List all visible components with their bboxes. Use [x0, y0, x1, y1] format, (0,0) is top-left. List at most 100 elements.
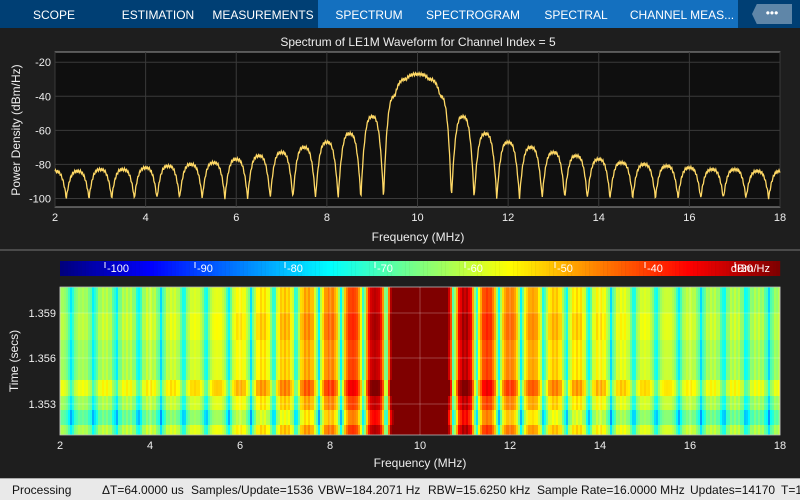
spectrogram-cell [234, 313, 237, 340]
spectrogram-cell [310, 287, 313, 313]
spectrogram-cell [656, 396, 659, 410]
spectrogram-cell [214, 313, 217, 340]
spectrogram-cell [668, 380, 671, 396]
spectrogram-cell [224, 313, 227, 340]
spectrogram-cell [666, 410, 669, 425]
spectrogram-cell [756, 380, 759, 396]
spectrogram-cell [322, 313, 325, 340]
spectrogram-cell [528, 425, 531, 435]
spectrogram-cell [442, 340, 445, 380]
spectrogram-cell [230, 396, 233, 410]
spectrogram-cell [114, 313, 117, 340]
spectrogram-cell [190, 380, 193, 396]
spectrogram-cell [588, 380, 591, 396]
colorbar-segment [88, 261, 93, 276]
spectrogram-cell [746, 287, 749, 313]
spectrogram-cell [670, 340, 673, 380]
spectrogram-cell [696, 425, 699, 435]
spectrogram-cell [512, 380, 515, 396]
spectrogram-cell [412, 340, 415, 380]
spectrogram-cell [288, 340, 291, 380]
spectrogram-cell [706, 340, 709, 380]
spectrogram-cell [404, 380, 407, 396]
spectrogram-cell [378, 425, 381, 435]
spectrogram-cell [190, 425, 193, 435]
spectrogram-cell [410, 396, 413, 410]
spectrogram-cell [596, 380, 599, 396]
spectrogram-cell [562, 313, 565, 340]
spectrogram-cell [214, 425, 217, 435]
spectrogram-cell [296, 396, 299, 410]
colorbar-segment [258, 261, 262, 276]
spectrogram-cell [138, 380, 141, 396]
spectrogram-cell [322, 396, 325, 410]
colorbar-segment [99, 261, 104, 276]
y-tick-label: 1.353 [28, 399, 56, 411]
spectrogram-cell [156, 425, 159, 435]
spectrogram-cell [738, 380, 741, 396]
spectrogram-cell [198, 340, 201, 380]
spectrogram-cell [614, 287, 617, 313]
spectrogram-cell [386, 425, 389, 435]
spectrogram-cell [734, 396, 737, 410]
spectrogram-cell [590, 425, 593, 435]
spectrogram-cell [756, 313, 759, 340]
spectrogram-cell [114, 380, 117, 396]
spectrogram-cell [722, 396, 725, 410]
spectrogram-cell [110, 396, 113, 410]
spectrogram-cell [348, 396, 351, 410]
spectrogram-cell [118, 425, 121, 435]
spectrogram-cell [88, 380, 91, 396]
colorbar-segment [135, 261, 140, 276]
spectrogram-cell [540, 313, 543, 340]
spectrogram-cell [730, 396, 733, 410]
spectrogram-cell [206, 340, 209, 380]
spectrogram-cell [264, 425, 267, 435]
spectrogram-cell [714, 425, 717, 435]
spectrogram-cell [116, 410, 119, 425]
status-rbw: RBW=15.6250 kHz [428, 483, 531, 497]
spectrogram-cell [602, 313, 605, 340]
spectrogram-cell [276, 396, 279, 410]
colorbar-tick-label: -60 [467, 263, 483, 275]
spectrogram-cell [588, 287, 591, 313]
spectrogram-cell [602, 380, 605, 396]
spectrogram-cell [318, 380, 321, 396]
spectrogram-cell [262, 380, 265, 396]
spectrogram-cell [86, 410, 89, 425]
spectrogram-cell [208, 396, 211, 410]
spectrogram-cell [456, 396, 459, 410]
spectrogram-cell [712, 313, 715, 340]
spectrogram-cell [234, 380, 237, 396]
spectrogram-cell [632, 380, 635, 396]
spectrogram-cell [638, 410, 641, 425]
spectrogram-cell [720, 425, 723, 435]
spectrogram-cell [450, 287, 453, 313]
spectrogram-cell [550, 410, 553, 425]
spectrogram-cell [776, 380, 779, 396]
spectrogram-cell [380, 313, 383, 340]
spectrogram-cell [608, 425, 611, 435]
spectrogram-cell [334, 396, 337, 410]
spectrogram-cell [764, 425, 767, 435]
spectrogram-cell [380, 425, 383, 435]
spectrogram-cell [538, 380, 541, 396]
spectrogram-cell [724, 340, 727, 380]
spectrogram-cell [380, 287, 383, 313]
spectrogram-cell [774, 410, 777, 425]
spectrogram-cell [710, 340, 713, 380]
spectrogram-cell [762, 425, 765, 435]
spectrogram-cell [242, 340, 245, 380]
colorbar-segment [434, 261, 439, 276]
spectrogram-cell [612, 287, 615, 313]
spectrogram-cell [106, 380, 109, 396]
spectrogram-cell [654, 410, 657, 425]
spectrogram-cell [512, 396, 515, 410]
spectrogram-cell [552, 380, 555, 396]
spectrogram-cell [660, 287, 663, 313]
colorbar-segment [700, 261, 705, 276]
spectrogram-cell [480, 410, 483, 425]
spectrogram-cell [428, 340, 431, 380]
spectrogram-cell [584, 410, 587, 425]
spectrogram-cell [266, 396, 269, 410]
